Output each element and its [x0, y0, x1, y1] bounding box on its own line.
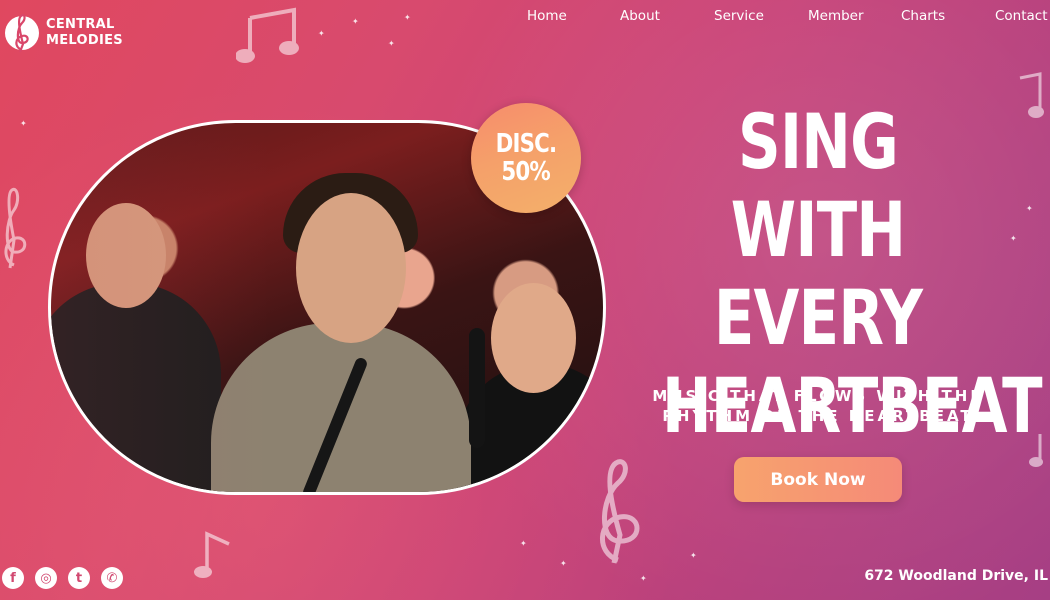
discount-badge-line1: DISC.: [495, 129, 557, 159]
treble-clef-logo-icon: [4, 10, 40, 56]
nav-contact[interactable]: Contact: [995, 6, 1048, 26]
twitter-icon[interactable]: t: [68, 567, 90, 589]
brand-name: CENTRAL MELODIES: [46, 17, 123, 49]
sparkle-decoration: ✦: [318, 29, 325, 38]
nav-charts[interactable]: Charts: [901, 6, 945, 26]
nav-home[interactable]: Home: [527, 6, 567, 26]
treble-clef-decoration: [4, 187, 27, 269]
music-note-decoration: [194, 531, 230, 578]
brand-name-line1: CENTRAL: [46, 17, 115, 32]
sparkle-decoration: ✦: [640, 574, 647, 583]
whatsapp-icon[interactable]: ✆: [101, 567, 123, 589]
sparkle-decoration: ✦: [560, 559, 567, 568]
brand-name-line2: MELODIES: [46, 33, 123, 48]
hero-headline-line1: SING WITH: [730, 97, 906, 274]
social-links: f ◎ t ✆: [2, 567, 123, 589]
brand-logo[interactable]: CENTRAL MELODIES: [4, 10, 123, 56]
nav-member[interactable]: Member: [808, 6, 864, 26]
sparkle-decoration: ✦: [404, 13, 411, 22]
instagram-icon[interactable]: ◎: [35, 567, 57, 589]
sparkle-decoration: ✦: [20, 119, 27, 128]
sparkle-decoration: ✦: [690, 551, 697, 560]
hero-subtitle-line1: MUSIC THAT FLOWS WITH THE: [652, 387, 984, 405]
sparkle-decoration: ✦: [1026, 204, 1033, 213]
music-note-decoration: [236, 7, 299, 63]
hero-subtitle-line2: RHYTHM OF THE HEARTBEAT: [662, 407, 974, 425]
sparkle-decoration: ✦: [388, 39, 395, 48]
hero-subtitle: MUSIC THAT FLOWS WITH THE RHYTHM OF THE …: [618, 386, 1018, 426]
hero-headline-line2: EVERY: [713, 273, 923, 362]
nav-about[interactable]: About: [620, 6, 660, 26]
book-now-button[interactable]: Book Now: [734, 457, 902, 502]
sparkle-decoration: ✦: [352, 17, 359, 26]
footer-address: 672 Woodland Drive, IL: [864, 568, 1048, 584]
facebook-icon[interactable]: f: [2, 567, 24, 589]
discount-badge: DISC. 50%: [471, 103, 581, 213]
discount-badge-line2: 50%: [501, 157, 551, 187]
nav-service[interactable]: Service: [714, 6, 764, 26]
sparkle-decoration: ✦: [520, 539, 527, 548]
